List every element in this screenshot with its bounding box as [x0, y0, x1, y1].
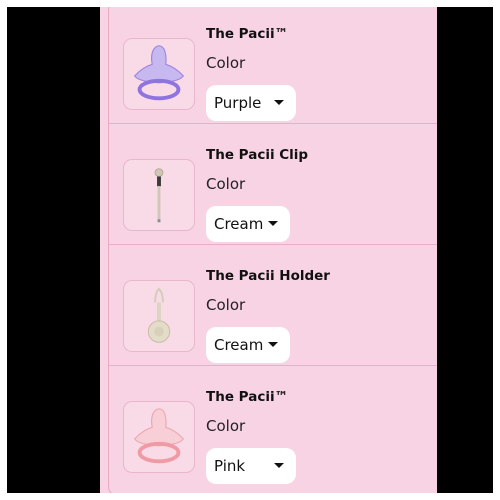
- chevron-down-icon: [268, 342, 278, 347]
- option-label: Color: [206, 54, 246, 72]
- chevron-down-icon: [274, 463, 284, 468]
- purple-pacifier-icon[interactable]: [123, 38, 195, 110]
- color-select-value: Cream: [214, 336, 264, 354]
- color-select-value: Pink: [214, 457, 246, 475]
- cart-panel: The Pacii™ Color Purple The Pacii Clip C…: [100, 7, 437, 493]
- color-select[interactable]: Purple: [206, 85, 296, 121]
- product-title: The Pacii Holder: [206, 268, 330, 284]
- product-title: The Pacii™: [206, 26, 289, 42]
- cart-item: The Pacii™ Color Pink: [109, 366, 437, 487]
- color-select[interactable]: Pink: [206, 448, 296, 484]
- option-label: Color: [206, 417, 246, 435]
- color-select[interactable]: Cream: [206, 327, 290, 363]
- color-select[interactable]: Cream: [206, 206, 290, 242]
- product-title: The Pacii Clip: [206, 147, 309, 163]
- color-select-value: Purple: [214, 94, 262, 112]
- cart-item: The Pacii Clip Color Cream: [109, 124, 437, 245]
- pink-pacifier-icon[interactable]: [123, 401, 195, 473]
- chevron-down-icon: [268, 221, 278, 226]
- cart-item-list: The Pacii™ Color Purple The Pacii Clip C…: [108, 7, 437, 493]
- cart-item: The Pacii Holder Color Cream: [109, 245, 437, 366]
- pacifier-clip-icon[interactable]: [123, 159, 195, 231]
- cart-item: The Pacii™ Color Purple: [109, 7, 437, 124]
- pacifier-holder-icon[interactable]: [123, 280, 195, 352]
- option-label: Color: [206, 296, 246, 314]
- product-title: The Pacii™: [206, 389, 289, 405]
- screenshot-frame: The Pacii™ Color Purple The Pacii Clip C…: [7, 7, 493, 493]
- color-select-value: Cream: [214, 215, 264, 233]
- option-label: Color: [206, 175, 246, 193]
- chevron-down-icon: [274, 100, 284, 105]
